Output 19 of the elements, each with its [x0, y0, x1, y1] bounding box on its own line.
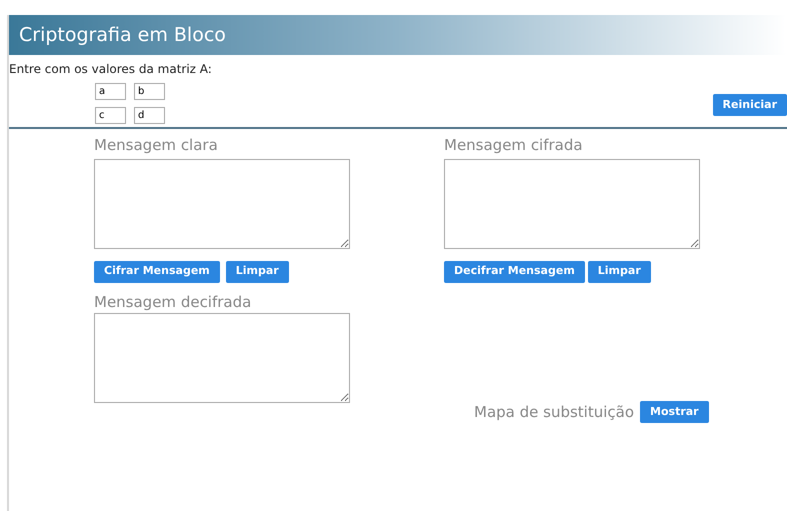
- matrix-input[interactable]: d: [134, 107, 165, 124]
- decrypted-message-field[interactable]: [94, 313, 350, 403]
- substitution-map-label: Mapa de substituição: [474, 402, 634, 422]
- matrix-input[interactable]: c: [95, 107, 126, 124]
- matrix-input[interactable]: a: [95, 83, 126, 100]
- clear-button[interactable]: Limpar: [226, 260, 289, 282]
- plain-message-label: Mensagem clara: [94, 135, 219, 156]
- show-button[interactable]: Mostrar: [640, 400, 709, 423]
- cipher-message-field[interactable]: [444, 158, 700, 248]
- encrypt-button[interactable]: Cifrar Mensagem: [94, 260, 220, 282]
- matrix-prompt: Entre com os valores da matriz A:: [9, 61, 213, 78]
- plain-message-field[interactable]: [94, 158, 350, 248]
- page-title: Criptografia em Bloco: [19, 22, 226, 48]
- reset-button[interactable]: Reiniciar: [712, 94, 787, 116]
- clear-button[interactable]: Limpar: [588, 260, 651, 282]
- cipher-message-label: Mensagem cifrada: [444, 135, 584, 156]
- decrypt-button[interactable]: Decifrar Mensagem: [444, 260, 585, 282]
- decrypted-message-label: Mensagem decifrada: [94, 292, 252, 312]
- matrix-input[interactable]: b: [134, 83, 165, 100]
